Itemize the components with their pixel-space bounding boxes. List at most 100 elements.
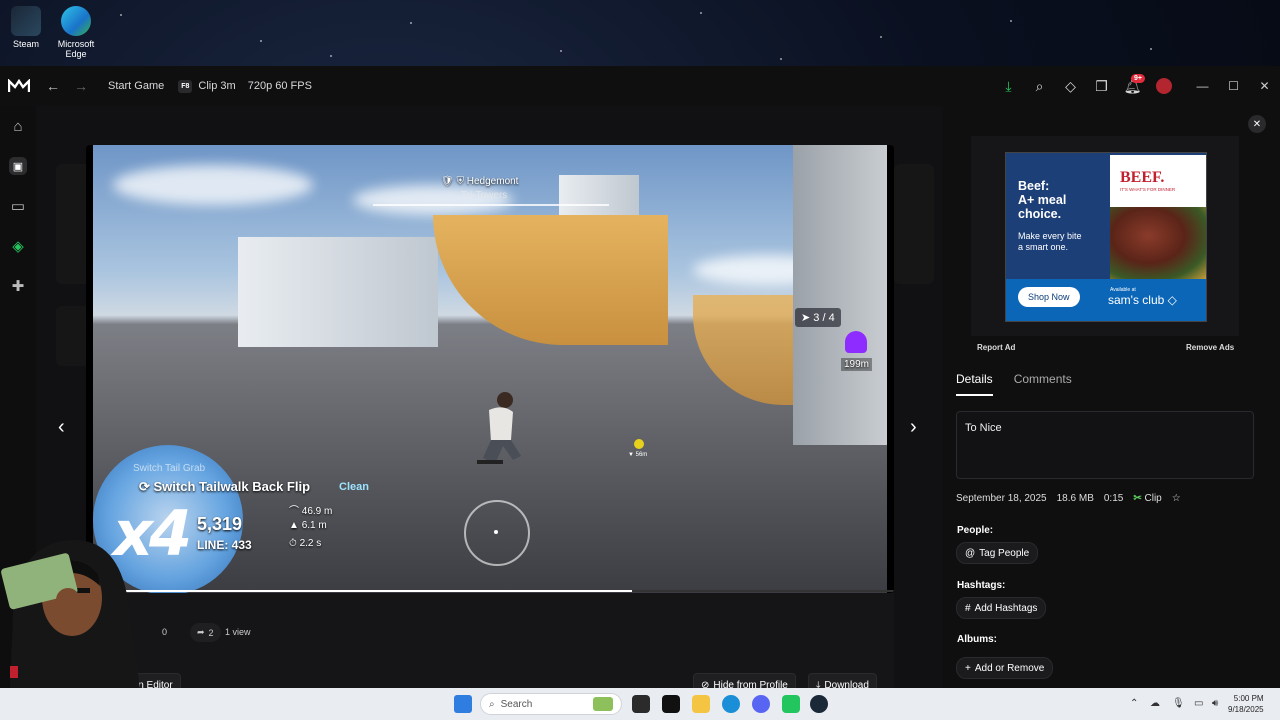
star	[1150, 48, 1152, 50]
ad-headline-line: Beef:	[1018, 179, 1050, 193]
chevron-up-icon[interactable]: ⌃	[1130, 698, 1138, 709]
streamer-overlay-image	[1, 540, 140, 688]
add-hashtags-label: Add Hashtags	[974, 602, 1038, 614]
view-count: 1 view	[225, 627, 251, 637]
network-icon[interactable]: ☁	[1150, 698, 1160, 709]
medal-app-window: ← → Start Game F8 Clip 3m 720p 60 FPS ⤓ …	[0, 66, 1280, 697]
home-icon[interactable]: ⌂	[0, 106, 36, 146]
clips-icon[interactable]: ▣	[0, 146, 36, 186]
star	[560, 50, 562, 52]
medal-taskbar-icon[interactable]	[662, 695, 680, 713]
trick-name-text: Switch Tailwalk Back Flip	[153, 479, 311, 494]
file-explorer-icon[interactable]	[692, 695, 710, 713]
albums-label: Albums:	[957, 634, 997, 645]
edge-taskbar-icon[interactable]	[722, 695, 740, 713]
remove-ads-link[interactable]: Remove Ads	[1186, 343, 1234, 352]
medal-logo-icon[interactable]	[8, 79, 30, 93]
background-card	[894, 164, 934, 284]
microphone-icon[interactable]: 🎙︎	[1172, 698, 1185, 709]
stat-distance: ⌒ 46.9 m	[289, 506, 333, 517]
shop-now-button[interactable]: Shop Now	[1018, 287, 1080, 307]
clip-actions-bar: 0 ➦ 2 1 view in Editor ⊘ Hide from Profile…	[86, 593, 894, 697]
taskbar-search-text: Search	[500, 698, 533, 710]
clip-length-button[interactable]: Clip 3m	[198, 80, 235, 92]
diamond-icon[interactable]: ◈	[0, 226, 36, 266]
back-arrow-icon[interactable]: ←	[46, 78, 60, 94]
maximize-icon[interactable]: ☐	[1218, 66, 1249, 106]
gem-icon[interactable]: ◇	[1055, 66, 1086, 106]
share-button[interactable]: ➦ 2	[190, 623, 221, 642]
search-icon: ⌕	[489, 698, 495, 710]
start-game-button[interactable]: Start Game	[108, 80, 164, 92]
tag-people-button[interactable]: @ Tag People	[956, 542, 1039, 564]
steam-taskbar-icon[interactable]	[810, 695, 828, 713]
folder-icon[interactable]: ▭	[0, 186, 36, 226]
search-highlight-icon	[593, 697, 613, 711]
clock-date: 9/18/2025	[1228, 705, 1264, 714]
close-panel-icon[interactable]: ✕	[1248, 115, 1266, 133]
star	[700, 12, 702, 14]
building-wall	[793, 145, 887, 445]
report-ad-link[interactable]: Report Ad	[977, 343, 1015, 352]
beef-tagline: IT'S WHAT'S FOR DINNER	[1120, 187, 1176, 192]
tag-people-label: Tag People	[979, 547, 1030, 559]
video-progress-bar[interactable]	[122, 590, 894, 592]
trick-score: 5,319	[197, 514, 243, 534]
add-friend-icon[interactable]: ✚	[0, 266, 36, 306]
hash-icon: #	[965, 602, 971, 614]
counter-value: 3 / 4	[813, 312, 835, 324]
search-icon[interactable]: ⌕	[1024, 66, 1055, 106]
windows-taskbar: ⌕ Search ⌃ ☁ 🎙︎ ▭ 🔊︎ 5:00 PM 9/18/2025	[0, 688, 1280, 720]
avatar[interactable]	[1148, 66, 1179, 106]
like-count[interactable]: 0	[162, 627, 167, 637]
star	[260, 40, 262, 42]
chat-icon[interactable]: ❐	[1086, 66, 1117, 106]
ad-headline-line: choice.	[1018, 207, 1062, 221]
task-view-icon[interactable]	[632, 695, 650, 713]
clip-size: 18.6 MB	[1056, 493, 1094, 504]
star	[1010, 20, 1012, 22]
system-clock[interactable]: 5:00 PM 9/18/2025	[1228, 693, 1264, 715]
store-name: sam's club	[1108, 293, 1165, 307]
ad-subtext-line: Make every bite	[1018, 231, 1082, 241]
share-count: 2	[208, 627, 214, 638]
beef-logo: BEEF. IT'S WHAT'S FOR DINNER	[1110, 155, 1206, 207]
objective-distance: 199m	[841, 358, 873, 371]
people-label: People:	[957, 525, 994, 536]
ad-subtext-line: a smart one.	[1018, 242, 1069, 252]
favorite-star-icon[interactable]: ☆	[1172, 493, 1181, 504]
gameplay-frame: 🛡 ⛨ Hedgemont Tri-Towers ➤ 3 / 4 199m ▼ …	[93, 145, 887, 593]
tab-details[interactable]: Details	[956, 372, 993, 396]
bell-icon[interactable]: 🔔︎ 9+	[1117, 66, 1148, 106]
app-taskbar-icon[interactable]	[782, 695, 800, 713]
desktop-icon-edge[interactable]: Microsoft Edge	[50, 6, 102, 59]
video-player[interactable]: 🛡 ⛨ Hedgemont Tri-Towers ➤ 3 / 4 199m ▼ …	[86, 145, 894, 593]
monitor-icon[interactable]: ▭	[1194, 698, 1203, 709]
quality-button[interactable]: 720p 60 FPS	[248, 80, 312, 92]
add-remove-albums-button[interactable]: + Add or Remove	[956, 657, 1054, 679]
volume-icon[interactable]: 🔊︎	[1212, 698, 1218, 709]
cloud	[113, 165, 313, 205]
taskbar-search[interactable]: ⌕ Search	[480, 693, 622, 715]
next-clip-arrow-icon[interactable]: ›	[910, 416, 917, 439]
tab-comments[interactable]: Comments	[1014, 372, 1072, 396]
clip-description: To Nice	[965, 422, 1002, 434]
location-name: Hedgemont	[466, 176, 519, 187]
clip-metadata: September 18, 2025 18.6 MB 0:15 ✂ Clip ☆	[956, 493, 1181, 504]
advertisement-banner[interactable]: Beef: A+ meal choice. Make every bite a …	[1005, 152, 1207, 322]
desktop-icon-steam[interactable]: Steam	[0, 6, 52, 49]
building	[238, 237, 438, 347]
previous-clip-arrow-icon[interactable]: ‹	[58, 416, 65, 439]
minimize-icon[interactable]: —	[1187, 66, 1218, 106]
close-icon[interactable]: ✕	[1249, 66, 1280, 106]
edge-icon	[61, 6, 91, 36]
skate-ramp	[433, 215, 668, 345]
add-hashtags-button[interactable]: # Add Hashtags	[956, 597, 1047, 619]
clip-description-field[interactable]: To Nice	[956, 411, 1254, 479]
steam-icon	[11, 6, 41, 36]
trick-quality: Clean	[339, 481, 369, 493]
discord-icon[interactable]	[752, 695, 770, 713]
download-icon[interactable]: ⤓	[993, 66, 1024, 106]
start-icon[interactable]	[454, 695, 472, 713]
forward-arrow-icon[interactable]: →	[74, 78, 88, 94]
